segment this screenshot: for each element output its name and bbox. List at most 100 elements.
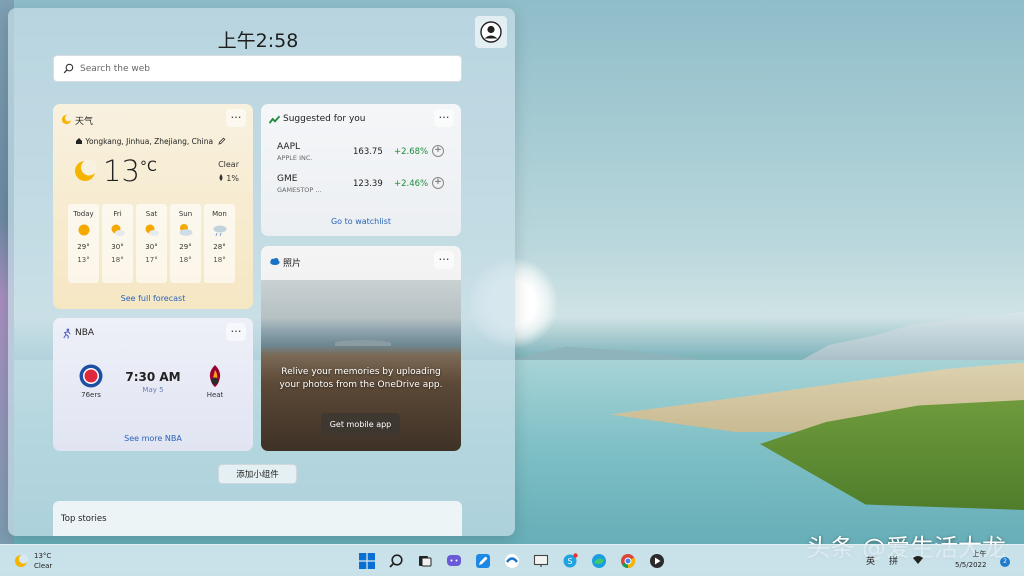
play-circle-icon [650,554,664,568]
app-button[interactable] [501,550,523,572]
nba-more-button[interactable]: … [226,323,246,341]
forecast-high: 29° [179,243,192,251]
forecast-high: 30° [145,243,158,251]
taskbar-clock[interactable]: 上午 5/5/2022 [955,549,986,571]
display-app-button[interactable] [530,550,552,572]
forecast-day-label: Sat [145,210,158,218]
add-stock-plus-icon[interactable]: + [432,177,444,189]
widgets-button[interactable] [472,550,494,572]
web-search-box[interactable] [53,55,462,82]
weather-location[interactable]: Yongkang, Jinhua, Zhejiang, China [75,137,226,146]
basketball-player-icon [63,328,71,339]
cloudy-sun-icon [179,224,192,236]
notification-badge[interactable]: 2 [1000,557,1010,567]
edge-icon [592,554,606,568]
forecast-low: 18° [179,256,192,264]
stock-price: 163.75 [353,147,383,157]
partly-cloudy-icon [145,224,159,236]
forecast-day-label: Today [73,210,94,218]
forecast-row: Today 29° 13° Fri 30° 18° Sat 30° 17° Su… [68,204,235,283]
weather-more-button[interactable]: … [226,109,246,127]
media-player-button[interactable] [646,550,668,572]
nba-title: NBA [75,328,95,338]
photos-title: 照片 [283,259,302,269]
chat-button[interactable] [443,550,465,572]
forecast-day[interactable]: Mon 28° 18° [204,204,235,283]
team-away-name: Heat [206,391,224,399]
get-mobile-app-button[interactable]: Get mobile app [321,413,400,435]
skype-icon: S [563,553,578,568]
forecast-high: 30° [111,243,124,251]
see-full-forecast-link[interactable]: See full forecast [53,294,253,303]
widgets-panel: 上午2:58 天气 … Yongkang, Jinhua, Zhejiang, … [8,8,515,536]
svg-text:S: S [567,557,572,566]
profile-avatar-button[interactable] [475,16,507,48]
stock-row[interactable]: GME GAMESTOP ... 123.39 +2.46% + [277,174,452,200]
forecast-day[interactable]: Sat 30° 17° [136,204,167,283]
weather-widget[interactable]: 天气 … Yongkang, Jinhua, Zhejiang, China 1… [53,104,253,309]
moon-icon [15,554,28,567]
weather-temperature: 13 [103,154,140,188]
forecast-low: 18° [111,256,124,264]
see-more-nba-link[interactable]: See more NBA [53,434,253,443]
stock-change: +2.46% [394,179,429,189]
app-circle-icon [505,554,519,568]
weather-condition: Clear [218,160,239,169]
user-icon [480,21,502,43]
task-view-button[interactable] [414,550,436,572]
taskbar-weather-button[interactable]: 13°C Clear [14,551,52,571]
ime-mode-indicator[interactable]: 拼 [889,554,898,567]
team-home-name: 76ers [81,391,101,399]
taskbar-search-button[interactable] [385,550,407,572]
stock-row[interactable]: AAPL APPLE INC. 163.75 +2.68% + [277,142,452,168]
photos-more-button[interactable]: … [434,251,454,269]
forecast-low: 13° [77,256,90,264]
forecast-day[interactable]: Today 29° 13° [68,204,99,283]
add-widgets-button[interactable]: 添加小组件 [218,464,297,484]
rain-cloud-icon [213,225,226,237]
taskbar-weather-temp: 13°C [34,552,52,560]
moon-icon [75,159,97,181]
wifi-icon[interactable] [912,555,924,565]
search-icon [389,554,403,568]
game-date: May 5 [142,386,164,394]
forecast-day[interactable]: Fri 30° 18° [102,204,133,283]
sun-icon [78,224,89,236]
taskbar-apps: S [356,550,668,572]
go-to-watchlist-link[interactable]: Go to watchlist [261,217,461,226]
chrome-icon [621,554,636,569]
ime-language-indicator[interactable]: 英 [866,554,875,567]
weather-title: 天气 [75,117,94,127]
weather-condition-block: Clear 1% [218,158,239,186]
panel-clock: 上午2:58 [217,30,299,52]
chat-icon [447,555,461,566]
taskbar-time: 上午 [972,550,987,558]
edit-pencil-icon[interactable] [218,137,226,145]
forecast-day[interactable]: Sun 29° 18° [170,204,201,283]
team-away[interactable]: Heat [195,364,235,399]
stock-symbol: GME [277,174,298,184]
start-button[interactable] [356,550,378,572]
forecast-low: 18° [213,256,226,264]
top-stories-section: Top stories [53,501,462,536]
stock-change: +2.68% [394,147,429,157]
taskbar-date: 5/5/2022 [955,561,987,569]
add-stock-plus-icon[interactable]: + [432,145,444,157]
heat-logo-icon [209,365,221,387]
photos-widget[interactable]: 照片 … Relive your memories by uploading y… [261,246,461,451]
76ers-logo-icon [79,364,103,388]
chrome-button[interactable] [617,550,639,572]
nba-widget[interactable]: NBA … 76ers 7:30 AM May 5 Heat See more … [53,318,253,451]
skype-button[interactable]: S [559,550,581,572]
stocks-widget[interactable]: Suggested for you … AAPL APPLE INC. 163.… [261,104,461,236]
weather-location-text: Yongkang, Jinhua, Zhejiang, China [85,137,214,146]
search-input[interactable] [80,63,440,74]
top-stories-heading: Top stories [61,514,107,524]
forecast-high: 29° [77,243,90,251]
raindrop-icon [219,174,223,181]
weather-precip: 1% [218,172,239,186]
stocks-more-button[interactable]: … [434,109,454,127]
stock-name: APPLE INC. [277,154,313,162]
edge-browser-button[interactable] [588,550,610,572]
photo-island [335,340,391,346]
